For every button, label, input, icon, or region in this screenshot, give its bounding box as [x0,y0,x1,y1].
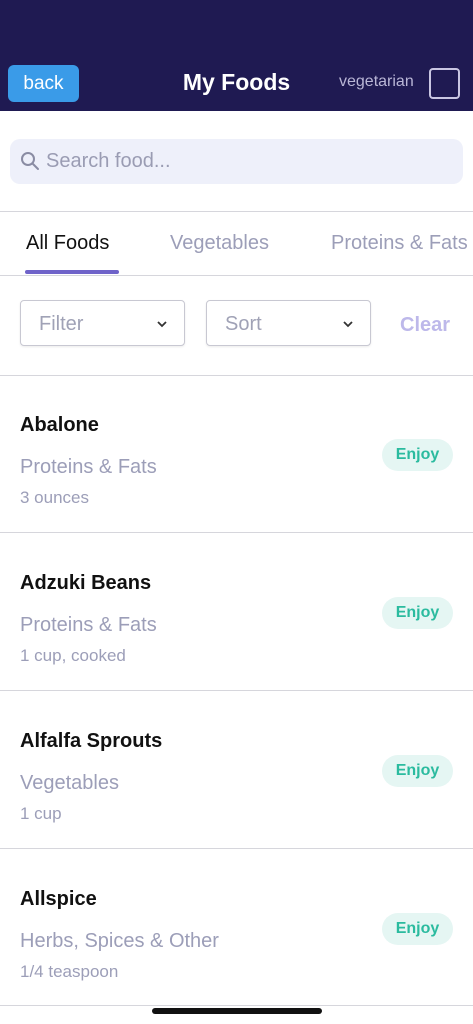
divider [0,532,473,533]
sort-label: Sort [225,313,262,335]
filter-label: Filter [39,313,84,335]
tab-all-foods[interactable]: All Foods [26,232,109,255]
active-tab-indicator [25,270,119,274]
food-portion: 1/4 teaspoon [20,962,119,981]
food-portion: 3 ounces [20,488,89,507]
search-icon [21,152,39,170]
tab-vegetables[interactable]: Vegetables [170,232,269,255]
status-badge: Enjoy [382,913,453,945]
category-tabs: All Foods Vegetables Proteins & Fats [0,212,473,275]
vegetarian-label: vegetarian [339,73,414,90]
food-category: Proteins & Fats [20,456,157,478]
sort-dropdown[interactable]: Sort [206,300,371,346]
list-item[interactable]: Abalone Proteins & Fats 3 ounces Enjoy [0,376,473,533]
food-name: Abalone [20,414,99,436]
food-category: Vegetables [20,772,119,794]
status-badge: Enjoy [382,755,453,787]
divider [0,690,473,691]
home-indicator [152,1008,322,1014]
food-category: Herbs, Spices & Other [20,930,219,952]
vegetarian-checkbox[interactable] [429,68,460,99]
chevron-down-icon [157,321,167,328]
filter-dropdown[interactable]: Filter [20,300,185,346]
list-item[interactable]: Alfalfa Sprouts Vegetables 1 cup Enjoy [0,692,473,849]
list-item[interactable]: Adzuki Beans Proteins & Fats 1 cup, cook… [0,534,473,691]
food-name: Alfalfa Sprouts [20,730,163,752]
search-input[interactable] [46,139,446,184]
food-name: Allspice [20,888,97,910]
food-name: Adzuki Beans [20,572,152,594]
food-category: Proteins & Fats [20,614,157,636]
chevron-down-icon [343,321,353,328]
food-portion: 1 cup, cooked [20,646,126,665]
divider [0,1005,473,1006]
status-badge: Enjoy [382,439,453,471]
divider [0,848,473,849]
list-item[interactable]: Allspice Herbs, Spices & Other 1/4 teasp… [0,850,473,1007]
clear-button[interactable]: Clear [400,314,450,337]
status-badge: Enjoy [382,597,453,629]
divider [0,275,473,276]
food-portion: 1 cup [20,804,62,823]
app-header: back My Foods vegetarian [0,0,473,111]
search-bar [10,139,463,184]
tab-proteins-fats[interactable]: Proteins & Fats [331,232,468,255]
